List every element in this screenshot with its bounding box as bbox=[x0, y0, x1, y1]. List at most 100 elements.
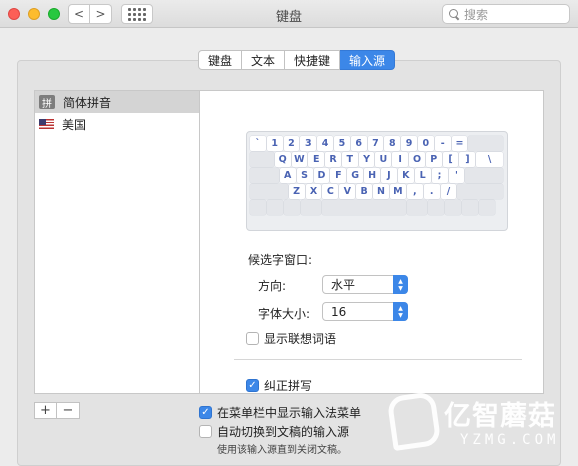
checkbox-label: 自动切换到文稿的输入源 bbox=[217, 425, 350, 439]
key: 6 bbox=[350, 136, 367, 151]
show-suggestions-checkbox[interactable]: 显示联想词语 bbox=[246, 330, 336, 347]
direction-label: 方向: bbox=[258, 279, 287, 293]
font-size-label: 字体大小: bbox=[258, 307, 311, 321]
key: F bbox=[330, 168, 347, 183]
checkbox-box bbox=[246, 332, 259, 345]
key-arrow bbox=[445, 200, 461, 215]
source-label: 简体拼音 bbox=[63, 95, 112, 110]
key-space bbox=[322, 200, 406, 215]
keyboard-row: Q W E R T Y U I O P [ ] \ bbox=[250, 152, 504, 167]
show-input-menu-checkbox[interactable]: ✓ 在菜单栏中显示输入法菜单 bbox=[199, 404, 361, 421]
watermark-brand: 亿智蘑菇 bbox=[444, 401, 556, 432]
key-arrow bbox=[479, 200, 495, 215]
key: 7 bbox=[367, 136, 384, 151]
key: J bbox=[381, 168, 397, 183]
key: G bbox=[347, 168, 364, 183]
divider bbox=[234, 359, 522, 360]
key: T bbox=[341, 152, 358, 167]
key-tab bbox=[250, 152, 274, 167]
key: P bbox=[425, 152, 442, 167]
key-delete bbox=[468, 136, 503, 151]
key: B bbox=[356, 184, 373, 199]
key: ] bbox=[459, 152, 476, 167]
list-controls: + − bbox=[34, 402, 80, 419]
key-command bbox=[301, 200, 321, 215]
pinyin-icon: 拼 bbox=[39, 95, 55, 110]
add-source-button[interactable]: + bbox=[34, 402, 57, 419]
key-shift-left bbox=[250, 184, 288, 199]
key: I bbox=[392, 152, 409, 167]
updown-chevron-icon: ▲ ▼ bbox=[393, 302, 408, 321]
key: A bbox=[279, 168, 296, 183]
key: - bbox=[434, 136, 451, 151]
key: Y bbox=[358, 152, 375, 167]
checkbox-label: 显示联想词语 bbox=[264, 332, 337, 346]
key: ' bbox=[448, 168, 465, 183]
key: 4 bbox=[317, 136, 333, 151]
key-control bbox=[267, 200, 283, 215]
remove-source-button[interactable]: − bbox=[57, 402, 80, 419]
key-option bbox=[428, 200, 444, 215]
key: O bbox=[409, 152, 425, 167]
direction-value: 水平 bbox=[331, 278, 356, 292]
key: 9 bbox=[401, 136, 417, 151]
us-flag-icon bbox=[39, 119, 54, 129]
key: V bbox=[339, 184, 356, 199]
key: N bbox=[373, 184, 389, 199]
key: M bbox=[389, 184, 406, 199]
watermark-domain: YZMG.COM bbox=[460, 432, 560, 448]
key: Q bbox=[274, 152, 291, 167]
key: L bbox=[414, 168, 431, 183]
key: E bbox=[308, 152, 325, 167]
key: . bbox=[423, 184, 440, 199]
keyboard-row: Z X C V B N M , . / bbox=[250, 184, 504, 199]
checkmark-icon: ✓ bbox=[199, 406, 212, 419]
watermark: 亿智蘑菇 YZMG.COM bbox=[386, 390, 570, 462]
spell-correction-checkbox[interactable]: ✓ 纠正拼写 bbox=[246, 377, 313, 393]
updown-chevron-icon: ▲ ▼ bbox=[393, 275, 408, 294]
key: ` bbox=[250, 136, 266, 151]
keyboard-preview: ` 1 2 3 4 5 6 7 8 9 0 - = Q W E R T Y U … bbox=[246, 131, 508, 231]
source-item-us[interactable]: 美国 bbox=[35, 113, 199, 135]
key: C bbox=[322, 184, 339, 199]
key-arrow bbox=[462, 200, 478, 215]
key: / bbox=[440, 184, 457, 199]
source-item-simplified-pinyin[interactable]: 拼 简体拼音 bbox=[35, 91, 199, 113]
key: Z bbox=[288, 184, 305, 199]
tab-input-sources[interactable]: 输入源 bbox=[340, 50, 396, 70]
key: H bbox=[364, 168, 381, 183]
key-return bbox=[465, 168, 504, 183]
tab-keyboard[interactable]: 键盘 bbox=[198, 50, 243, 70]
key-command bbox=[407, 200, 427, 215]
key: K bbox=[397, 168, 414, 183]
input-source-detail: ` 1 2 3 4 5 6 7 8 9 0 - = Q W E R T Y U … bbox=[200, 90, 544, 394]
key: , bbox=[406, 184, 423, 199]
key-shift-right bbox=[457, 184, 504, 199]
checkmark-icon: ✓ bbox=[246, 379, 259, 392]
key-fn bbox=[250, 200, 266, 215]
key: R bbox=[325, 152, 341, 167]
search-field[interactable]: 搜索 bbox=[442, 4, 570, 24]
key: 5 bbox=[333, 136, 350, 151]
tab-shortcuts[interactable]: 快捷键 bbox=[285, 50, 341, 70]
candidate-window-label: 候选字窗口: bbox=[248, 253, 313, 267]
source-label: 美国 bbox=[62, 117, 87, 132]
key-caps bbox=[250, 168, 279, 183]
keyboard-row bbox=[250, 200, 504, 215]
key: S bbox=[296, 168, 313, 183]
key: ; bbox=[431, 168, 448, 183]
search-placeholder: 搜索 bbox=[464, 7, 489, 22]
title-bar: < > 键盘 搜索 bbox=[0, 0, 578, 28]
tab-text[interactable]: 文本 bbox=[242, 50, 286, 70]
key: X bbox=[305, 184, 322, 199]
checkbox-label: 纠正拼写 bbox=[264, 379, 313, 393]
keyboard-row: A S D F G H J K L ; ' bbox=[250, 168, 504, 183]
key: 3 bbox=[300, 136, 317, 151]
key: \ bbox=[476, 152, 503, 167]
direction-select[interactable]: 水平 ▲ ▼ bbox=[322, 275, 408, 294]
auto-switch-checkbox[interactable]: 自动切换到文稿的输入源 bbox=[199, 423, 349, 440]
key: D bbox=[313, 168, 330, 183]
key: 8 bbox=[384, 136, 401, 151]
font-size-select[interactable]: 16 ▲ ▼ bbox=[322, 302, 408, 321]
key: U bbox=[375, 152, 392, 167]
